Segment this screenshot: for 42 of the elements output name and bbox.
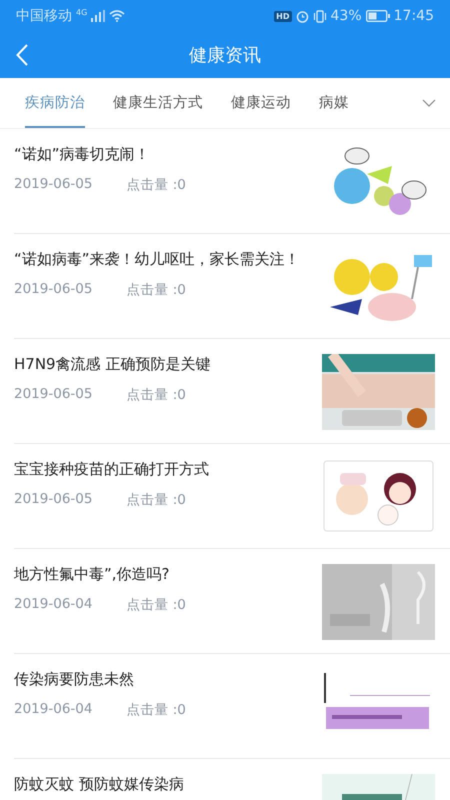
click-count: 点击量 :0 <box>126 281 186 299</box>
article-date: 2019-06-04 <box>14 701 92 719</box>
page-title: 健康资讯 <box>189 45 261 66</box>
hd-badge: HD <box>274 10 292 22</box>
article-date: 2019-06-05 <box>14 176 92 194</box>
click-count: 点击量 :0 <box>126 491 186 509</box>
category-tab[interactable]: 病媒 <box>319 78 349 128</box>
article-title: H7N9禽流感 正确预防是关键 <box>14 355 212 374</box>
click-count: 点击量 :0 <box>126 176 186 194</box>
article-item[interactable]: 宝宝接种疫苗的正确打开方式 2019-06-05 点击量 :0 <box>14 444 450 549</box>
article-item[interactable]: 传染病要防患未然 2019-06-04 点击量 :0 <box>14 654 450 759</box>
article-title: “诺如”病毒切克闹！ <box>14 145 151 164</box>
alarm-icon <box>296 10 309 22</box>
click-count: 点击量 :0 <box>126 596 186 614</box>
article-title: 宝宝接种疫苗的正确打开方式 <box>14 460 210 479</box>
signal-icon <box>91 10 106 22</box>
article-item[interactable]: H7N9禽流感 正确预防是关键 2019-06-05 点击量 :0 <box>14 339 450 444</box>
category-tab[interactable]: 健康生活方式 <box>113 78 203 128</box>
article-date: 2019-06-05 <box>14 281 92 299</box>
click-count: 点击量 :0 <box>126 701 186 719</box>
article-title: 传染病要防患未然 <box>14 670 135 689</box>
article-item[interactable]: “诺如”病毒切克闹！ 2019-06-05 点击量 :0 <box>14 129 450 234</box>
network-type: 4G <box>76 8 88 17</box>
article-item[interactable]: 防蚊灭蚊 预防蚊媒传染病 <box>14 759 450 800</box>
article-date: 2019-06-05 <box>14 386 92 404</box>
wifi-icon <box>109 10 126 22</box>
article-title: “诺如病毒”来袭！幼儿呕吐，家长需关注！ <box>14 250 301 269</box>
back-icon <box>16 44 28 66</box>
article-item[interactable]: “诺如病毒”来袭！幼儿呕吐，家长需关注！ 2019-06-05 点击量 :0 <box>14 234 450 339</box>
article-date: 2019-06-05 <box>14 491 92 509</box>
battery-percent: 43% <box>330 8 362 24</box>
carrier-name: 中国移动 <box>16 7 72 25</box>
battery-icon <box>366 10 390 22</box>
article-date: 2019-06-04 <box>14 596 92 614</box>
vibrate-icon <box>312 10 327 22</box>
article-item[interactable]: 地方性氟中毒”,你造吗? 2019-06-04 点击量 :0 <box>14 549 450 654</box>
clock-time: 17:45 <box>394 8 434 24</box>
chevron-down-icon[interactable] <box>422 99 436 107</box>
article-title: 防蚊灭蚊 预防蚊媒传染病 <box>14 775 185 794</box>
article-title: 地方性氟中毒”,你造吗? <box>14 565 171 584</box>
category-tab[interactable]: 健康运动 <box>231 78 291 128</box>
click-count: 点击量 :0 <box>126 386 186 404</box>
